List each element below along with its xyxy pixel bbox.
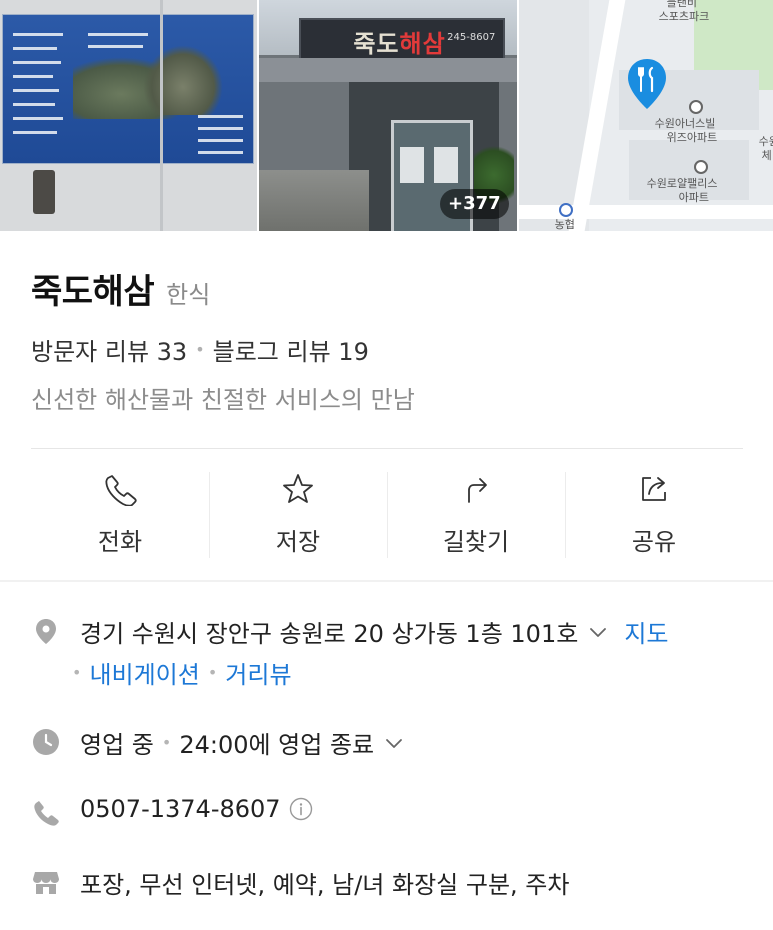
photo-menu-board[interactable] [0, 0, 258, 231]
directions-label: 길찾기 [442, 528, 510, 556]
save-label: 저장 [275, 528, 321, 556]
navigation-link[interactable]: 내비게이션 [89, 655, 199, 690]
visitor-reviews-link[interactable]: 방문자 리뷰 33 [31, 332, 187, 367]
hours-row[interactable]: 영업 중 • 24:00에 영업 종료 [80, 725, 404, 760]
store-signboard: 죽도해삼 245-8607 [299, 18, 506, 62]
sign-phone: 245-8607 [447, 32, 496, 43]
action-bar: 전화 저장 길찾기 공유 [31, 450, 743, 580]
directions-button[interactable]: 길찾기 [387, 450, 565, 580]
map-link[interactable]: 지도 [624, 614, 668, 649]
blog-reviews-link[interactable]: 블로그 리뷰 19 [213, 332, 369, 367]
map-label: 수원 [758, 135, 773, 148]
address-text: 경기 수원시 장안구 송원로 20 상가동 1층 101호 [80, 620, 579, 648]
save-button[interactable]: 저장 [209, 450, 387, 580]
streetview-link[interactable]: 거리뷰 [225, 655, 291, 690]
phone-row[interactable]: 0507-1374-8607 [80, 795, 313, 823]
phone-number[interactable]: 0507-1374-8607 [80, 795, 281, 823]
title-row: 죽도해삼 한식 [31, 264, 210, 313]
closing-time: 24:00에 영업 종료 [179, 731, 375, 759]
map-label: 체 [761, 149, 772, 162]
photo-storefront[interactable]: 죽도해삼 245-8607 +377 [259, 0, 517, 231]
menu-board-image [2, 14, 254, 164]
bank-poi-icon [558, 203, 573, 217]
place-name: 죽도해삼 [31, 272, 155, 312]
restaurant-pin-icon [627, 59, 666, 109]
place-description: 신선한 해산물과 친절한 서비스의 만남 [31, 386, 415, 414]
directions-icon [468, 478, 487, 503]
photo-count-badge[interactable]: +377 [440, 189, 509, 219]
map-thumbnail[interactable]: 블랜비 스포츠파크 수원아너스빌 위즈아파트 수원로얄팰리스 아파트 수원 체 … [518, 0, 773, 231]
amenities-row: 포장, 무선 인터넷, 예약, 남/녀 화장실 구분, 주차 [80, 865, 569, 900]
call-button[interactable]: 전화 [31, 450, 209, 580]
divider [31, 448, 743, 449]
place-category: 한식 [166, 281, 211, 309]
poi-dot-icon [693, 160, 708, 174]
store-icon [33, 872, 59, 894]
info-circle-icon[interactable] [289, 797, 313, 821]
separator-dot: • [207, 663, 218, 682]
map-label: 위즈아파트 [666, 131, 718, 144]
amenities-text: 포장, 무선 인터넷, 예약, 남/녀 화장실 구분, 주차 [80, 871, 570, 899]
map-label: 아파트 [678, 191, 710, 204]
clock-icon [33, 729, 59, 755]
sign-name-red: 해삼 [399, 30, 446, 58]
poi-dot-icon [688, 100, 703, 114]
call-label: 전화 [97, 528, 143, 556]
map-label: 수원로얄팰리스 [646, 177, 718, 190]
separator-dot: • [161, 733, 172, 752]
map-label: 농협 [554, 218, 575, 231]
map-label: 스포츠파크 [658, 10, 710, 23]
share-icon [642, 477, 666, 501]
phone-icon [34, 801, 59, 826]
review-counts: 방문자 리뷰 33 • 블로그 리뷰 19 [31, 332, 369, 367]
sign-name-black: 죽도 [353, 30, 400, 58]
location-pin-icon [36, 619, 56, 644]
section-divider [0, 580, 773, 582]
star-icon [283, 474, 313, 503]
wall-dispenser [33, 170, 55, 214]
photo-strip[interactable]: 죽도해삼 245-8607 +377 블랜비 스포츠파크 수원아너스빌 위즈아파… [0, 0, 773, 231]
share-button[interactable]: 공유 [565, 450, 743, 580]
separator-dot: • [195, 340, 205, 359]
phone-icon [105, 475, 137, 506]
share-label: 공유 [631, 528, 677, 556]
chevron-down-icon[interactable] [384, 733, 404, 753]
map-label: 수원아너스빌 [654, 117, 716, 130]
map-label: 블랜비 [666, 0, 698, 9]
chevron-down-icon[interactable] [588, 622, 608, 642]
separator-dot: • [72, 663, 82, 682]
address-links-row: • 내비게이션 • 거리뷰 [72, 655, 292, 690]
address-row: 경기 수원시 장안구 송원로 20 상가동 1층 101호 지도 [80, 614, 668, 649]
open-status: 영업 중 [80, 731, 154, 759]
